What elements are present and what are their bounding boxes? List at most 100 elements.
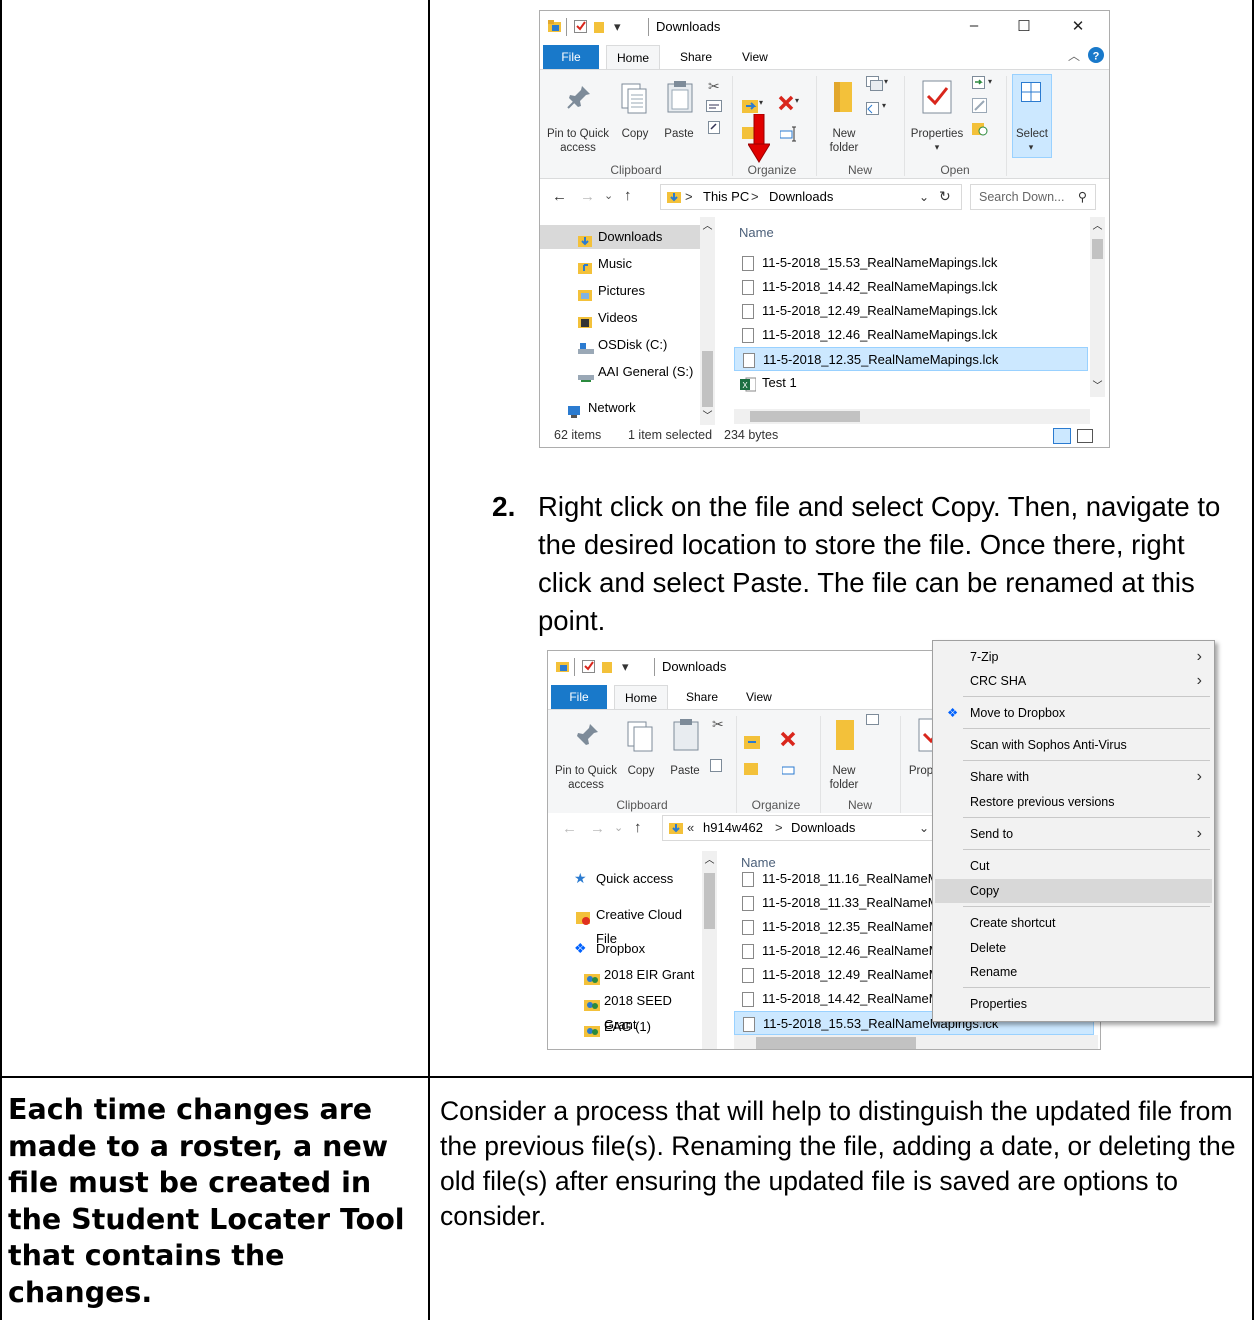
recent-dropdown-icon[interactable]: ⌄ [614, 821, 623, 834]
menu-item-move-to-dropbox[interactable]: ❖ Move to Dropbox [935, 701, 1212, 725]
properties-qa-icon[interactable] [574, 20, 587, 33]
paste-shortcut-icon[interactable] [710, 758, 722, 775]
nav-item-dropbox[interactable]: ❖ Dropbox [548, 937, 704, 961]
paste-button[interactable]: Paste [668, 764, 702, 778]
refresh-icon[interactable]: ↻ [939, 189, 951, 203]
nav-scrollbar[interactable]: ︿ ﹀ [700, 217, 715, 427]
rename-icon[interactable] [779, 126, 798, 145]
new-folder-icon[interactable] [834, 718, 856, 755]
address-field[interactable]: « h914w462 > Downloads ⌄ [662, 815, 942, 841]
copy-icon[interactable] [626, 720, 654, 755]
select-icon[interactable] [1021, 82, 1041, 105]
tab-file[interactable]: File [543, 45, 599, 69]
new-item-icon[interactable]: ▾ [866, 76, 890, 95]
search-input[interactable]: Search Down... ⚲ [970, 184, 1096, 210]
qa-dropdown-icon[interactable]: ▾ [614, 19, 621, 35]
details-view-icon[interactable] [1053, 428, 1071, 444]
menu-item-rename[interactable]: Rename [935, 960, 1212, 984]
copy-button[interactable]: Copy [624, 764, 658, 778]
horizontal-scrollbar[interactable] [734, 409, 1090, 424]
new-folder-icon[interactable] [832, 80, 854, 117]
nav-item-2018-seed-grant[interactable]: 2018 SEED Grant [548, 989, 704, 1032]
menu-item-scan-sophos[interactable]: Scan with Sophos Anti-Virus [935, 733, 1212, 757]
breadcrumb-downloads[interactable]: Downloads [769, 190, 833, 204]
nav-scrollbar[interactable]: ︿ [702, 851, 717, 1049]
menu-item-7zip[interactable]: 7-Zip › [935, 645, 1212, 669]
tab-share[interactable]: Share [676, 685, 728, 709]
nav-item-eag[interactable]: EAG (1) [548, 1015, 704, 1039]
nav-item-creative-cloud[interactable]: Creative Cloud File [548, 903, 704, 946]
cut-icon[interactable]: ✂ [712, 716, 724, 733]
copy-path-icon[interactable] [706, 100, 722, 115]
nav-scroll-thumb[interactable] [704, 873, 715, 929]
nav-item-2018-eir-grant[interactable]: 2018 EIR Grant [548, 963, 704, 987]
back-icon[interactable]: ← [552, 188, 567, 205]
rename-icon[interactable] [781, 762, 800, 781]
h-scroll-thumb[interactable] [756, 1037, 916, 1049]
menu-item-restore-previous[interactable]: Restore previous versions [935, 790, 1212, 814]
up-icon[interactable]: ↑ [624, 187, 632, 204]
scroll-up-icon[interactable]: ︿ [702, 851, 717, 871]
nav-item-videos[interactable]: Videos [540, 306, 702, 330]
close-icon[interactable]: ✕ [1068, 17, 1088, 37]
pin-to-quick-access-button[interactable]: Pin to Quick access [552, 764, 620, 792]
address-field[interactable]: > This PC > Downloads ⌄ ↻ [660, 184, 962, 210]
up-icon[interactable]: ↑ [634, 819, 642, 836]
back-icon[interactable]: ← [562, 820, 577, 837]
menu-item-copy[interactable]: Copy [935, 879, 1212, 903]
tab-view[interactable]: View [736, 685, 782, 709]
nav-item-music[interactable]: Music [540, 252, 702, 276]
minimize-icon[interactable]: – [964, 17, 984, 37]
file-list-scrollbar[interactable]: ︿ ﹀ [1090, 217, 1105, 397]
new-folder-button[interactable]: New folder [822, 127, 866, 155]
tab-share[interactable]: Share [670, 45, 722, 69]
copy-button[interactable]: Copy [618, 127, 652, 141]
paste-button[interactable]: Paste [662, 127, 696, 141]
maximize-icon[interactable]: ☐ [1014, 17, 1034, 37]
menu-item-share-with[interactable]: Share with › [935, 765, 1212, 789]
new-folder-button[interactable]: New folder [822, 764, 866, 792]
scroll-down-icon[interactable]: ﹀ [700, 407, 715, 427]
breadcrumb-overflow[interactable]: « [687, 821, 694, 835]
menu-item-create-shortcut[interactable]: Create shortcut [935, 911, 1212, 935]
nav-scroll-thumb[interactable] [702, 351, 713, 407]
tab-home[interactable]: Home [606, 45, 661, 69]
properties-icon[interactable] [922, 80, 952, 117]
properties-dropdown-icon[interactable]: ▾ [930, 140, 944, 154]
address-dropdown-icon[interactable]: ⌄ [919, 821, 929, 835]
paste-icon[interactable] [666, 80, 694, 117]
file-scroll-thumb[interactable] [1092, 239, 1103, 259]
menu-item-properties[interactable]: Properties [935, 992, 1212, 1016]
qa-dropdown-icon[interactable]: ▾ [622, 659, 629, 675]
nav-item-downloads[interactable]: Downloads [540, 225, 702, 249]
history-icon[interactable] [972, 120, 988, 139]
new-folder-qa-icon[interactable] [602, 660, 615, 673]
nav-item-network[interactable]: Network [540, 396, 702, 420]
nav-item-pictures[interactable]: Pictures [540, 279, 702, 303]
recent-dropdown-icon[interactable]: ⌄ [604, 189, 613, 202]
horizontal-scrollbar[interactable] [734, 1035, 1098, 1049]
pin-icon[interactable] [574, 722, 600, 751]
address-dropdown-icon[interactable]: ⌄ [919, 190, 929, 204]
edit-icon[interactable] [972, 98, 988, 117]
easy-access-icon[interactable]: ▾ [866, 100, 890, 119]
forward-icon[interactable]: → [580, 188, 595, 205]
forward-icon[interactable]: → [590, 820, 605, 837]
menu-item-crc-sha[interactable]: CRC SHA › [935, 669, 1212, 693]
nav-item-quick-access[interactable]: ★ Quick access [548, 867, 704, 891]
scroll-up-icon[interactable]: ︿ [700, 217, 715, 237]
help-icon[interactable]: ? [1086, 47, 1106, 67]
pin-to-quick-access-button[interactable]: Pin to Quick access [544, 127, 612, 155]
new-item-icon[interactable] [866, 714, 890, 733]
properties-button[interactable]: Properties [906, 127, 968, 141]
select-dropdown-icon[interactable]: ▾ [1024, 140, 1038, 154]
paste-icon[interactable] [672, 718, 700, 755]
menu-item-cut[interactable]: Cut [935, 854, 1212, 878]
large-icons-view-icon[interactable] [1077, 429, 1093, 443]
tab-file[interactable]: File [551, 685, 607, 709]
tab-view[interactable]: View [732, 45, 778, 69]
tab-home[interactable]: Home [614, 685, 669, 709]
nav-item-osdisk[interactable]: OSDisk (C:) [540, 333, 702, 357]
delete-icon[interactable] [780, 730, 804, 753]
breadcrumb-h914w462[interactable]: h914w462 [703, 821, 763, 835]
